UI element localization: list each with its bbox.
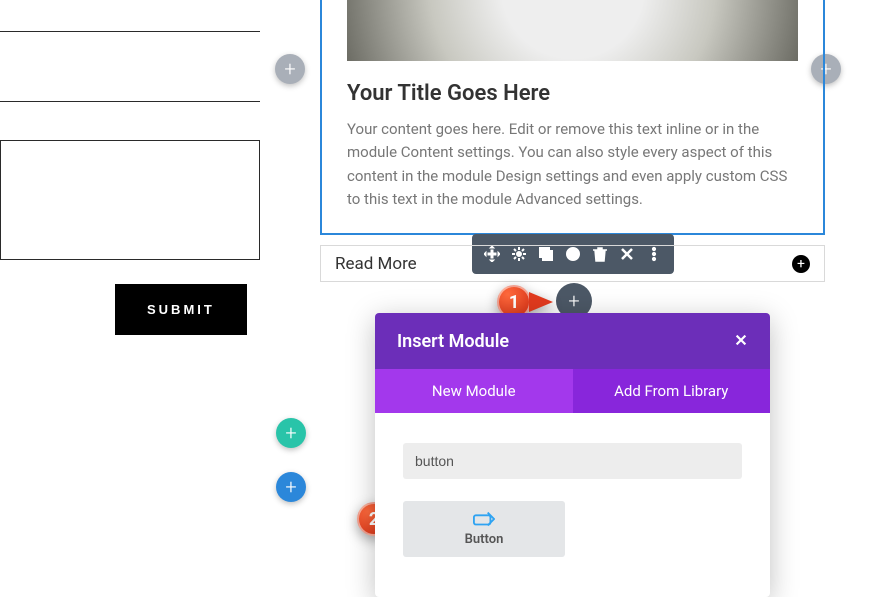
blurb-module[interactable]: Your Title Goes Here Your content goes h…	[320, 0, 825, 235]
modal-body: Button	[375, 413, 770, 557]
form-textarea[interactable]	[0, 140, 260, 260]
read-more-label: Read More	[335, 254, 417, 274]
button-module-icon	[473, 511, 495, 527]
add-module-button[interactable]: +	[792, 255, 810, 273]
plus-icon: +	[568, 291, 579, 311]
annotation-tail	[529, 292, 553, 312]
blurb-title[interactable]: Your Title Goes Here	[347, 81, 798, 106]
blurb-body[interactable]: Your content goes here. Edit or remove t…	[347, 118, 798, 211]
contact-form: SUBMIT	[0, 0, 260, 335]
module-search-input[interactable]	[403, 443, 742, 479]
plus-icon: +	[797, 257, 805, 271]
read-more-module[interactable]: Read More +	[320, 245, 825, 282]
module-tile-label: Button	[465, 532, 504, 547]
tab-new-module[interactable]: New Module	[375, 369, 573, 413]
blurb-image	[347, 0, 798, 61]
add-section-button-blue[interactable]: +	[276, 472, 306, 502]
module-tile-button[interactable]: Button	[403, 501, 565, 557]
add-section-button[interactable]: +	[275, 54, 305, 84]
insert-module-modal: Insert Module New Module Add From Librar…	[375, 313, 770, 597]
plus-icon: +	[284, 59, 295, 79]
add-row-button[interactable]: +	[276, 418, 306, 448]
modal-tabs: New Module Add From Library	[375, 369, 770, 413]
plus-icon: +	[285, 423, 296, 443]
modal-header: Insert Module	[375, 313, 770, 369]
form-input-line[interactable]	[0, 70, 260, 102]
modal-close-button[interactable]	[734, 331, 748, 352]
tab-add-from-library[interactable]: Add From Library	[573, 369, 771, 413]
plus-icon: +	[285, 477, 296, 497]
form-input-line[interactable]	[0, 0, 260, 32]
submit-button[interactable]: SUBMIT	[115, 284, 247, 335]
modal-title: Insert Module	[397, 331, 509, 352]
